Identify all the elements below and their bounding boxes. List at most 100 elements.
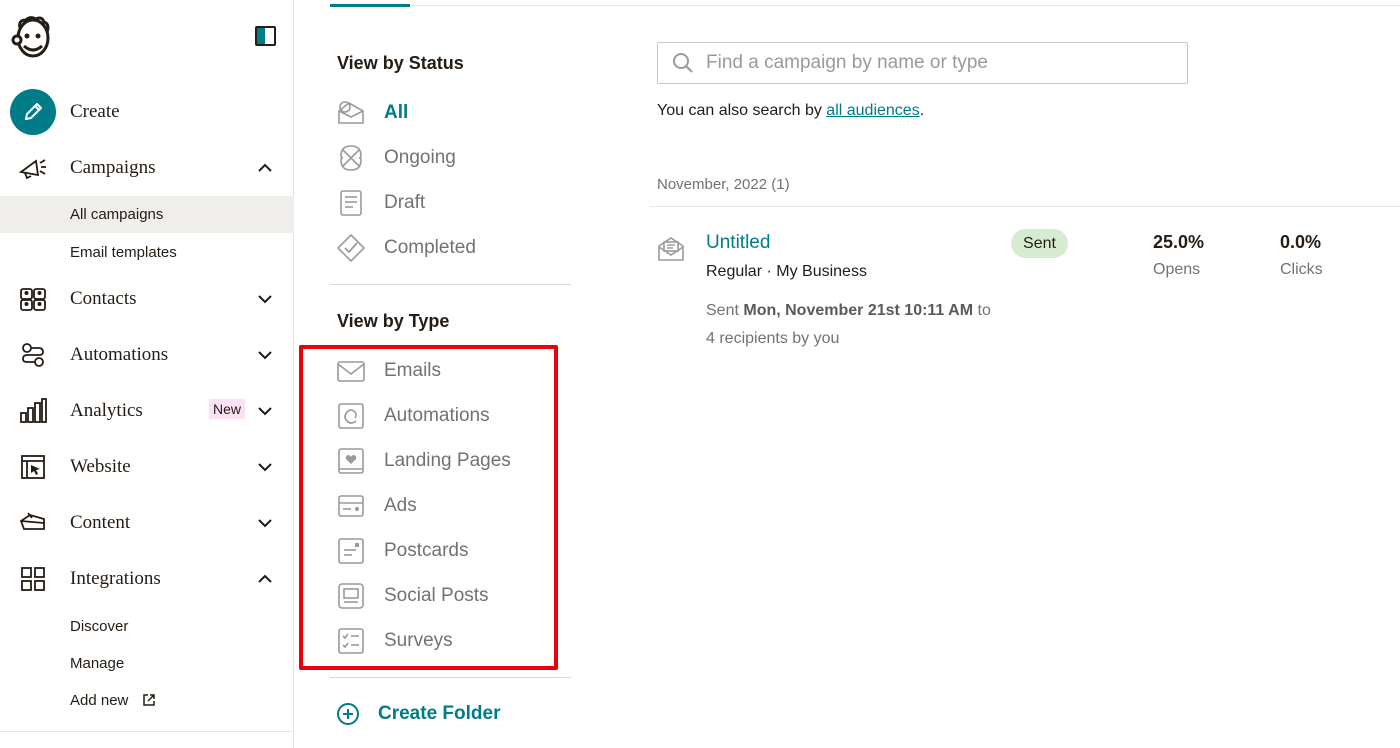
chevron-down-icon[interactable] bbox=[257, 403, 273, 419]
sent-recipients: 4 recipients by you bbox=[706, 330, 840, 347]
campaign-title-link[interactable]: Untitled bbox=[706, 232, 770, 254]
ongoing-icon bbox=[340, 145, 362, 171]
filter-type-landing-pages[interactable]: Landing Pages bbox=[335, 445, 565, 477]
filter-status-all[interactable]: All bbox=[335, 97, 565, 129]
filter-label: Surveys bbox=[384, 630, 453, 651]
nav-item-analytics[interactable]: Analytics New bbox=[0, 388, 294, 434]
content-icon bbox=[18, 508, 48, 538]
email-envelope-icon bbox=[337, 361, 365, 382]
nav-label: Automations bbox=[70, 344, 169, 365]
create-label: Create bbox=[70, 101, 120, 122]
clicks-label: Clicks bbox=[1280, 261, 1323, 278]
filter-type-social-posts[interactable]: Social Posts bbox=[335, 580, 565, 612]
chevron-down-icon[interactable] bbox=[257, 291, 273, 307]
opens-value: 25.0% bbox=[1153, 232, 1205, 252]
sidebar-item-all-campaigns[interactable]: All campaigns bbox=[0, 196, 294, 233]
chevron-down-icon[interactable] bbox=[257, 347, 273, 363]
month-group-label: November, 2022 (1) bbox=[657, 176, 790, 193]
sub-label: Manage bbox=[70, 655, 125, 672]
filter-label: Completed bbox=[384, 237, 476, 258]
nav-label: Website bbox=[70, 456, 131, 477]
nav-item-automations[interactable]: Automations bbox=[0, 332, 294, 378]
search-icon bbox=[673, 53, 693, 73]
new-badge: New bbox=[209, 399, 246, 419]
survey-checklist-icon bbox=[338, 628, 364, 654]
analytics-icon bbox=[18, 396, 48, 426]
nav-label: Contacts bbox=[70, 288, 137, 309]
month-divider bbox=[650, 206, 1400, 207]
create-button[interactable]: Create bbox=[0, 89, 294, 135]
sidebar-item-manage[interactable]: Manage bbox=[0, 645, 294, 682]
megaphone-icon bbox=[18, 153, 48, 183]
filter-status-ongoing[interactable]: Ongoing bbox=[335, 142, 565, 174]
hint-prefix: You can also search by bbox=[657, 102, 827, 119]
website-icon bbox=[18, 452, 48, 482]
filter-type-surveys[interactable]: Surveys bbox=[335, 625, 565, 657]
create-pencil-icon bbox=[10, 89, 56, 135]
sub-label: All campaigns bbox=[70, 206, 164, 223]
nav-label: Campaigns bbox=[70, 157, 156, 178]
nav-label: Content bbox=[70, 512, 131, 533]
nav-label: Integrations bbox=[70, 568, 161, 589]
create-folder-label: Create Folder bbox=[378, 703, 501, 724]
sub-label: Discover bbox=[70, 618, 129, 635]
sub-label: Email templates bbox=[70, 244, 177, 261]
ads-icon bbox=[338, 495, 364, 517]
search-input[interactable] bbox=[706, 49, 1176, 77]
campaign-sent-info: Sent Mon, November 21st 10:11 AM to 4 rec… bbox=[706, 297, 1016, 353]
clicks-value: 0.0% bbox=[1280, 232, 1322, 252]
chevron-down-icon[interactable] bbox=[257, 515, 273, 531]
sidebar-item-email-templates[interactable]: Email templates bbox=[0, 234, 294, 271]
draft-icon bbox=[340, 190, 362, 216]
filter-type-ads[interactable]: Ads bbox=[335, 490, 565, 522]
contacts-icon bbox=[18, 284, 48, 314]
chevron-up-icon[interactable] bbox=[257, 571, 273, 587]
sent-date: Mon, November 21st 10:11 AM bbox=[743, 302, 974, 319]
left-navigation: Create Campaigns All campaigns Email tem… bbox=[0, 0, 294, 748]
filter-label: Emails bbox=[384, 360, 442, 381]
plus-circle-icon bbox=[337, 703, 359, 725]
filter-type-postcards[interactable]: Postcards bbox=[335, 535, 565, 567]
filter-type-automations[interactable]: Automations bbox=[335, 400, 565, 432]
nav-label: Analytics bbox=[70, 400, 143, 421]
sidebar-item-discover[interactable]: Discover bbox=[0, 608, 294, 645]
filter-type-emails[interactable]: Emails bbox=[335, 355, 565, 387]
chevron-down-icon[interactable] bbox=[257, 459, 273, 475]
campaign-search-box[interactable] bbox=[657, 42, 1188, 84]
nav-item-campaigns[interactable]: Campaigns bbox=[0, 145, 294, 191]
view-by-type-title: View by Type bbox=[337, 311, 450, 331]
filter-status-draft[interactable]: Draft bbox=[335, 187, 565, 219]
active-tab-indicator bbox=[330, 4, 410, 7]
create-folder-button[interactable]: Create Folder bbox=[336, 700, 500, 728]
all-audiences-link[interactable]: all audiences bbox=[826, 102, 919, 119]
sidebar-item-add-new[interactable]: Add new bbox=[0, 682, 294, 719]
filter-label: Postcards bbox=[384, 540, 469, 561]
collapse-sidebar-icon[interactable] bbox=[255, 26, 276, 46]
sent-suffix: to bbox=[973, 302, 991, 319]
filter-status-completed[interactable]: Completed bbox=[335, 232, 565, 264]
filter-label: Social Posts bbox=[384, 585, 489, 606]
sub-label: Add new bbox=[70, 692, 129, 709]
landing-page-heart-icon bbox=[338, 448, 364, 474]
postcard-icon bbox=[338, 538, 364, 564]
automations-icon bbox=[18, 340, 48, 370]
nav-item-website[interactable]: Website bbox=[0, 444, 294, 490]
nav-item-content[interactable]: Content bbox=[0, 500, 294, 546]
hint-suffix: . bbox=[919, 102, 925, 119]
filter-divider bbox=[330, 677, 571, 678]
chevron-up-icon[interactable] bbox=[257, 160, 273, 176]
email-campaign-icon bbox=[658, 237, 684, 261]
external-link-icon bbox=[143, 694, 155, 706]
nav-item-contacts[interactable]: Contacts bbox=[0, 276, 294, 322]
mailchimp-logo-icon[interactable] bbox=[10, 14, 56, 60]
status-badge: Sent bbox=[1011, 229, 1068, 258]
social-post-icon bbox=[338, 583, 364, 609]
search-hint: You can also search by all audiences. bbox=[657, 102, 924, 120]
filter-label: Ads bbox=[384, 495, 417, 516]
nav-divider bbox=[0, 731, 294, 732]
filter-label: Automations bbox=[384, 405, 490, 426]
integrations-icon bbox=[18, 564, 48, 594]
nav-item-integrations[interactable]: Integrations bbox=[0, 556, 294, 602]
view-by-status-title: View by Status bbox=[337, 53, 464, 73]
filter-label: Landing Pages bbox=[384, 450, 511, 471]
